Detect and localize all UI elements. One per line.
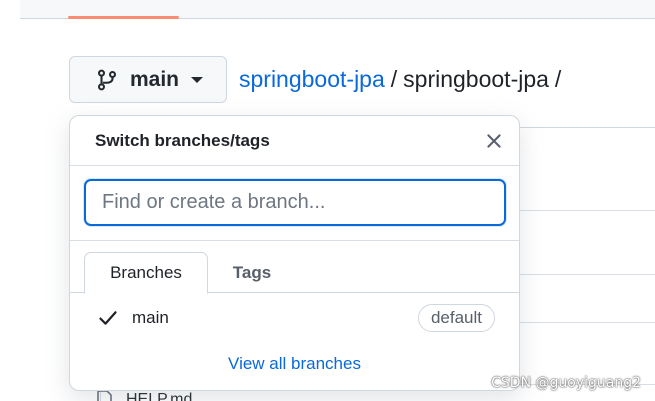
view-all-branches-link[interactable]: View all branches (70, 354, 519, 374)
file-name: HELP.md (126, 391, 193, 401)
default-badge: default (417, 304, 495, 332)
branch-name: main (132, 308, 169, 327)
branch-filter-input[interactable] (84, 179, 506, 226)
watermark: CSDN @guoyiguang2 (491, 375, 641, 391)
breadcrumb: springboot-jpa / springboot-jpa / (239, 66, 567, 93)
dropdown-header: Switch branches/tags (70, 116, 519, 166)
file-icon (97, 390, 112, 401)
close-icon[interactable] (485, 132, 503, 150)
breadcrumb-separator: / (554, 66, 562, 92)
caret-down-icon (191, 76, 204, 83)
tab-tags[interactable]: Tags (220, 252, 284, 293)
tab-branches[interactable]: Branches (84, 252, 208, 294)
breadcrumb-folder: springboot-jpa (403, 66, 549, 92)
filter-section (70, 166, 519, 241)
dropdown-title: Switch branches/tags (95, 130, 270, 150)
dropdown-tabs: Branches Tags (70, 241, 519, 294)
tab-label: Tags (232, 262, 272, 282)
tab-label: Branches (110, 263, 182, 282)
branch-select-button[interactable]: main (69, 56, 227, 103)
git-branch-icon (97, 69, 117, 90)
branch-button-label: main (130, 67, 180, 91)
branch-item-main[interactable]: main default (70, 296, 519, 340)
check-icon (99, 311, 117, 325)
breadcrumb-repo-link[interactable]: springboot-jpa (239, 66, 385, 93)
active-tab-underline (68, 16, 179, 19)
breadcrumb-separator: / (390, 66, 398, 92)
file-row[interactable]: HELP.md (96, 390, 192, 401)
branch-switcher-dropdown: Switch branches/tags Branches Tags main … (69, 115, 520, 391)
